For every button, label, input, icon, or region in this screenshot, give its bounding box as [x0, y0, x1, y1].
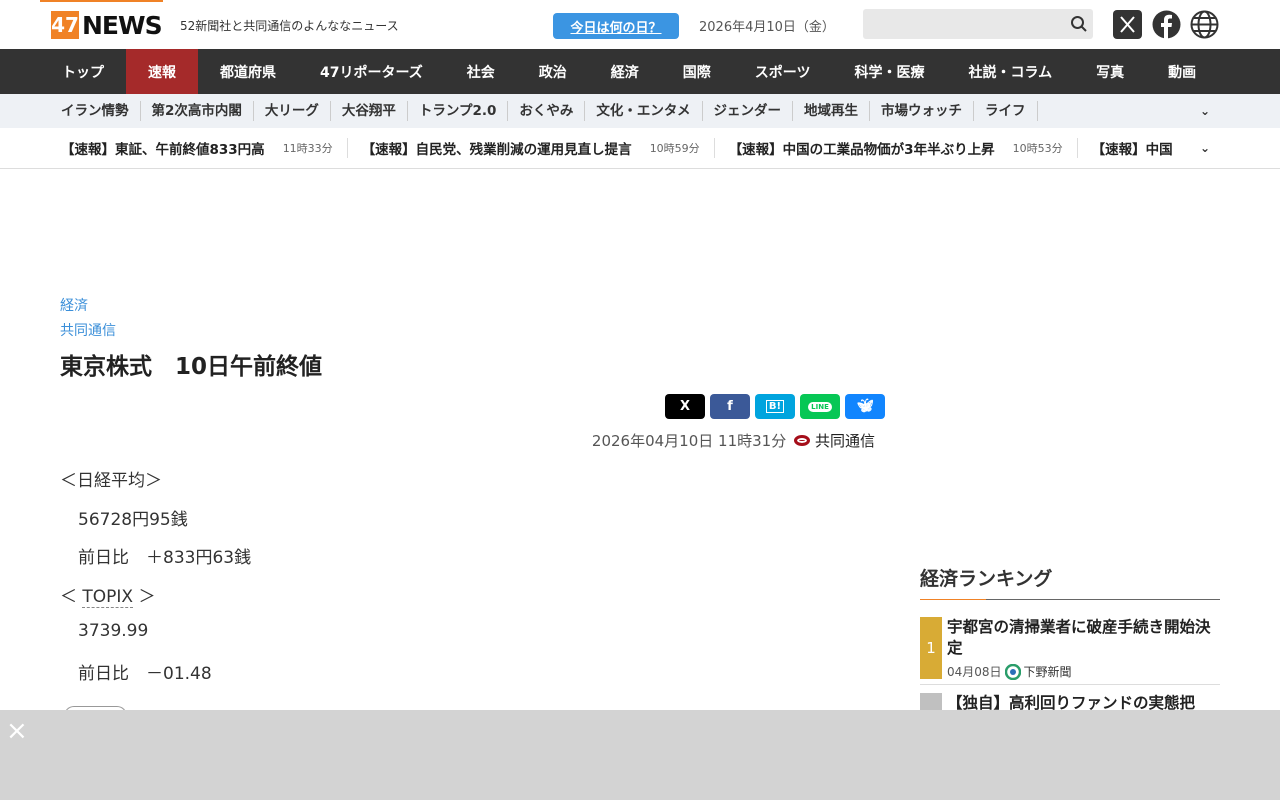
- body-line: 56728円95銭: [78, 510, 188, 530]
- tagline: 52新聞社と共同通信のよんななニュース: [180, 19, 399, 33]
- nav-sports[interactable]: スポーツ: [733, 49, 833, 94]
- ranking-divider: [920, 599, 1220, 600]
- hatena-icon: B!: [765, 400, 785, 413]
- topic-nav: イラン情勢 第2次高市内閣 大リーグ 大谷翔平 トランプ2.0 おくやみ 文化・…: [0, 94, 1280, 128]
- nav-prefectures[interactable]: 都道府県: [198, 49, 298, 94]
- rank-number: 1: [920, 617, 942, 679]
- share-hatena-button[interactable]: B!: [755, 394, 795, 419]
- facebook-icon: f: [727, 399, 733, 414]
- search-icon[interactable]: [1070, 15, 1088, 33]
- topic-link[interactable]: 大谷翔平: [331, 101, 408, 121]
- breaking-item[interactable]: 【速報】東証、午前終値833円高 11時33分: [55, 138, 348, 158]
- main-nav: トップ 速報 都道府県 47リポーターズ 社会 政治 経済 国際 スポーツ 科学…: [0, 49, 1280, 94]
- agency-name: 共同通信: [814, 432, 875, 450]
- topic-link[interactable]: 市場ウォッチ: [870, 101, 975, 121]
- topic-link[interactable]: 第2次高市内閣: [141, 101, 254, 121]
- nav-politics[interactable]: 政治: [517, 49, 589, 94]
- ranking-title: 経済ランキング: [920, 568, 1053, 590]
- facebook-icon[interactable]: [1152, 10, 1181, 39]
- nav-breaking[interactable]: 速報: [126, 49, 198, 94]
- article-title: 東京株式 10日午前終値: [60, 354, 323, 380]
- body-line: 前日比 ＋833円63銭: [78, 548, 252, 568]
- breaking-item[interactable]: 【速報】中国の工業品物価が3年半ぶり上昇 10時53分: [723, 138, 1078, 158]
- share-line-button[interactable]: LINE: [800, 394, 840, 419]
- breaking-time: 11時33分: [282, 142, 333, 155]
- topic-link[interactable]: ライフ: [974, 101, 1038, 121]
- body-line: ＜ TOPIX ＞: [60, 582, 156, 608]
- breaking-item[interactable]: 【速報】中国: [1086, 138, 1187, 158]
- topic-link[interactable]: トランプ2.0: [408, 101, 509, 121]
- breaking-item[interactable]: 【速報】自民党、残業削減の運用見直し提言 10時59分: [356, 138, 715, 158]
- share-bluesky-button[interactable]: 🦋︎: [845, 394, 885, 419]
- nav-videos[interactable]: 動画: [1146, 49, 1218, 94]
- x-icon: X: [679, 399, 691, 414]
- shimotsuke-logo-icon: [1004, 663, 1021, 680]
- nav-47reporters[interactable]: 47リポーターズ: [298, 49, 445, 94]
- search-input[interactable]: [863, 9, 1093, 39]
- chevron-down-icon[interactable]: ⌄: [1200, 104, 1210, 118]
- topic-link[interactable]: 文化・エンタメ: [585, 101, 703, 121]
- nav-science[interactable]: 科学・医療: [833, 49, 947, 94]
- body-line: 前日比 －01.48: [78, 664, 212, 684]
- kyodo-logo-icon: [794, 435, 811, 446]
- close-icon[interactable]: ×: [6, 718, 28, 744]
- topix-term[interactable]: TOPIX: [82, 587, 134, 608]
- publish-date: 2026年04月10日 11時31分: [591, 432, 787, 450]
- topic-link[interactable]: おくやみ: [508, 101, 586, 121]
- breaking-time: 10時59分: [649, 142, 700, 155]
- breaking-title: 【速報】中国: [1091, 142, 1173, 158]
- body-line: ＜日経平均＞: [60, 471, 162, 491]
- nav-top[interactable]: トップ: [40, 49, 126, 94]
- topic-link[interactable]: 地域再生: [793, 101, 871, 121]
- article-category[interactable]: 経済: [60, 295, 88, 315]
- nav-economy[interactable]: 経済: [589, 49, 661, 94]
- logo-text: NEWS: [82, 10, 163, 40]
- current-date: 2026年4月10日（金）: [699, 20, 835, 35]
- topic-link[interactable]: ジェンダー: [703, 101, 794, 121]
- chevron-down-icon[interactable]: ⌄: [1200, 141, 1216, 157]
- logo[interactable]: 47 NEWS: [51, 10, 163, 40]
- body-line: 3739.99: [78, 621, 149, 641]
- nav-photos[interactable]: 写真: [1074, 49, 1146, 94]
- breaking-title: 【速報】自民党、残業削減の運用見直し提言: [361, 142, 632, 158]
- share-x-button[interactable]: X: [665, 394, 705, 419]
- ranking-item[interactable]: 1 宇都宮の清掃業者に破産手続き開始決定 04月08日 下野新聞: [920, 617, 1220, 685]
- bluesky-icon: 🦋︎: [856, 399, 874, 414]
- bracket: ＜: [60, 587, 77, 607]
- nav-international[interactable]: 国際: [661, 49, 733, 94]
- nav-editorial[interactable]: 社説・コラム: [947, 49, 1075, 94]
- publish-info: 2026年04月10日 11時31分 共同通信: [592, 430, 875, 451]
- breaking-news-ticker: 【速報】東証、午前終値833円高 11時33分 【速報】自民党、残業削減の運用見直…: [0, 128, 1280, 169]
- breaking-title: 【速報】東証、午前終値833円高: [61, 142, 265, 158]
- nav-society[interactable]: 社会: [445, 49, 517, 94]
- topic-link[interactable]: イラン情勢: [50, 101, 141, 121]
- article-source[interactable]: 共同通信: [60, 320, 116, 340]
- logo-number: 47: [51, 11, 79, 39]
- ranking-item-meta: 04月08日 下野新聞: [947, 663, 1072, 680]
- topic-link[interactable]: 大リーグ: [254, 101, 331, 121]
- breaking-title: 【速報】中国の工業品物価が3年半ぶり上昇: [728, 142, 995, 158]
- x-icon[interactable]: [1113, 10, 1142, 39]
- breaking-time: 10時53分: [1012, 142, 1063, 155]
- bracket: ＞: [138, 587, 156, 607]
- globe-icon[interactable]: [1190, 10, 1219, 39]
- ranking-item-date: 04月08日: [947, 665, 1002, 679]
- header: 47 NEWS 52新聞社と共同通信のよんななニュース 今日は何の日？ 2026年…: [0, 0, 1280, 49]
- today-in-history-button[interactable]: 今日は何の日？: [553, 13, 679, 39]
- ranking-item-title: 宇都宮の清掃業者に破産手続き開始決定: [947, 618, 1211, 657]
- bottom-ad-overlay: ×: [0, 710, 1280, 800]
- line-icon: LINE: [808, 401, 832, 412]
- share-facebook-button[interactable]: f: [710, 394, 750, 419]
- ranking-item-source: 下野新聞: [1023, 665, 1072, 679]
